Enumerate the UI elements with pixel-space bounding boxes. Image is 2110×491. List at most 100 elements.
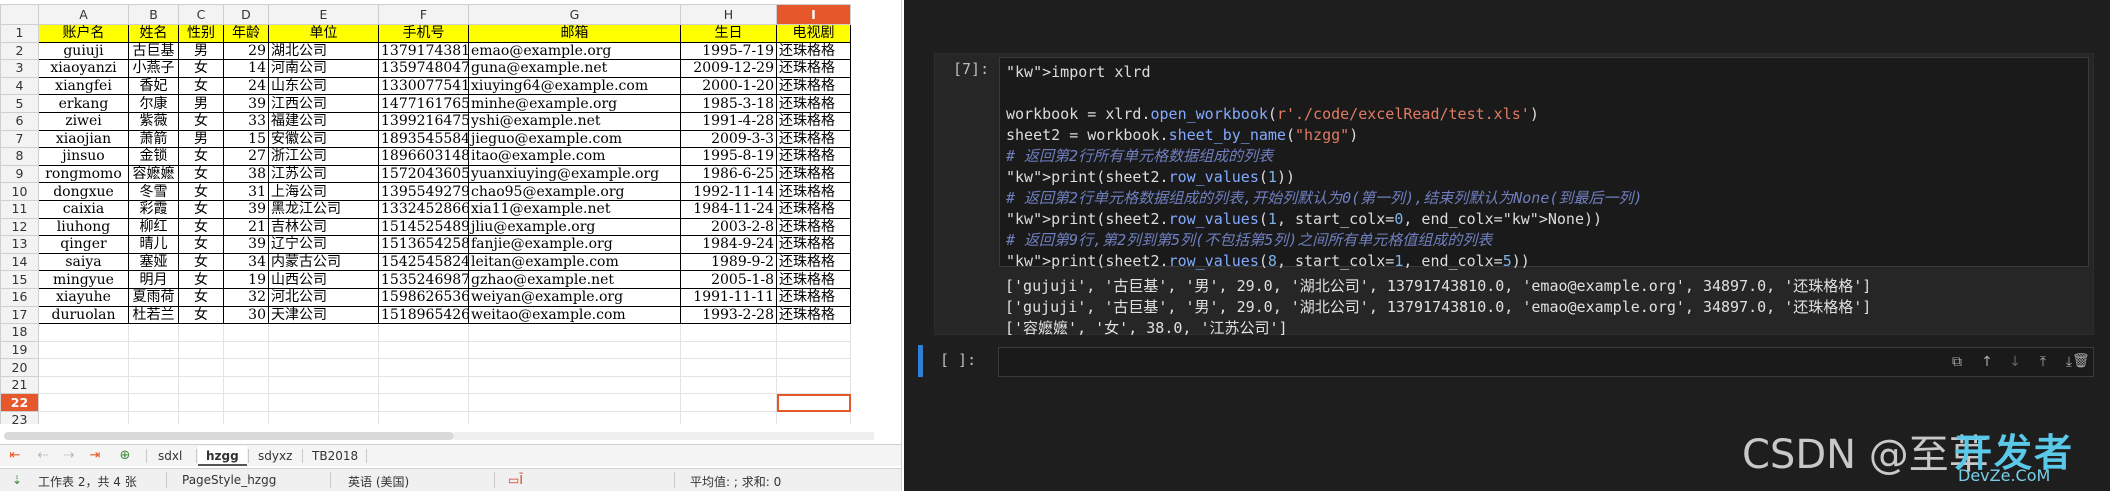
table-cell[interactable]: gzhao@example.net (468, 270, 681, 289)
table-cell[interactable]: 彩霞 (128, 199, 179, 219)
column-header-d[interactable]: D (223, 4, 269, 25)
table-cell[interactable]: 还珠格格 (776, 252, 851, 272)
table-cell[interactable]: 还珠格格 (776, 59, 851, 78)
table-cell[interactable]: 2000-1-20 (680, 76, 777, 96)
table-cell[interactable]: 女 (178, 147, 224, 166)
table-cell[interactable]: 还珠格格 (776, 235, 851, 254)
table-cell[interactable] (128, 323, 179, 342)
table-cell[interactable]: 女 (178, 182, 224, 201)
table-cell[interactable]: 还珠格格 (776, 287, 851, 307)
column-header-i[interactable]: I (776, 4, 851, 25)
table-cell[interactable]: xiangfei (38, 76, 129, 96)
select-all-corner[interactable] (0, 4, 39, 25)
table-cell[interactable] (776, 323, 851, 342)
table-cell[interactable]: 女 (178, 252, 224, 272)
table-cell[interactable] (128, 358, 179, 377)
table-cell[interactable]: 还珠格格 (776, 94, 851, 113)
table-cell[interactable]: guiuji (38, 41, 129, 61)
column-header-h[interactable]: H (680, 4, 777, 25)
column-title-cell[interactable]: 邮箱 (468, 24, 681, 43)
table-cell[interactable]: xia11@example.net (468, 199, 681, 219)
table-cell[interactable] (128, 340, 179, 360)
table-cell[interactable]: 27 (223, 147, 269, 166)
table-cell[interactable]: 15986265366 (378, 287, 469, 307)
table-cell[interactable]: 还珠格格 (776, 182, 851, 201)
table-cell[interactable] (680, 323, 777, 342)
row-header-4[interactable]: 4 (0, 76, 39, 96)
table-cell[interactable] (178, 358, 224, 377)
table-cell[interactable]: ziwei (38, 111, 129, 131)
table-cell[interactable]: 29 (223, 41, 269, 61)
table-cell[interactable] (268, 323, 379, 342)
table-cell[interactable] (378, 375, 469, 395)
row-header-3[interactable]: 3 (0, 59, 39, 78)
table-cell[interactable] (128, 411, 179, 424)
table-cell[interactable]: 还珠格格 (776, 270, 851, 289)
table-cell[interactable]: 1995-8-19 (680, 147, 777, 166)
column-title-cell[interactable]: 手机号 (378, 24, 469, 43)
table-cell[interactable]: 容嬷嬷 (128, 164, 179, 184)
table-cell[interactable]: 吉林公司 (268, 217, 379, 237)
table-cell[interactable]: xiuying64@example.com (468, 76, 681, 96)
row-header-6[interactable]: 6 (0, 111, 39, 131)
table-cell[interactable]: jliu@example.org (468, 217, 681, 237)
prev-sheet-icon[interactable]: ⇠ (34, 447, 52, 465)
table-cell[interactable]: 24 (223, 76, 269, 96)
table-cell[interactable] (128, 393, 179, 413)
table-cell[interactable]: duruolan (38, 305, 129, 325)
table-cell[interactable]: 39 (223, 235, 269, 254)
table-cell[interactable]: fanjie@example.org (468, 235, 681, 254)
move-up-icon[interactable]: ↑ (1979, 354, 1995, 370)
table-cell[interactable]: caixia (38, 199, 129, 219)
table-cell[interactable]: 女 (178, 76, 224, 96)
table-cell[interactable]: minhe@example.org (468, 94, 681, 113)
table-cell[interactable]: 1995-7-19 (680, 41, 777, 61)
table-cell[interactable]: weiyan@example.org (468, 287, 681, 307)
table-cell[interactable]: 13324528661 (378, 199, 469, 219)
column-header-b[interactable]: B (128, 4, 179, 25)
table-cell[interactable]: 天津公司 (268, 305, 379, 325)
table-cell[interactable]: 河南公司 (268, 59, 379, 78)
table-cell[interactable] (776, 393, 851, 413)
table-cell[interactable]: 男 (178, 129, 224, 149)
table-cell[interactable]: xiayuhe (38, 287, 129, 307)
table-cell[interactable] (378, 393, 469, 413)
table-cell[interactable]: 萧箭 (128, 129, 179, 149)
row-header-15[interactable]: 15 (0, 270, 39, 289)
column-header-c[interactable]: C (178, 4, 224, 25)
table-cell[interactable] (776, 375, 851, 395)
table-cell[interactable] (223, 411, 269, 424)
table-cell[interactable]: 女 (178, 217, 224, 237)
table-cell[interactable]: 女 (178, 111, 224, 131)
table-cell[interactable]: 女 (178, 287, 224, 307)
add-sheet-icon[interactable]: ⊕ (116, 447, 134, 465)
row-header-21[interactable]: 21 (0, 375, 39, 395)
move-down-icon[interactable]: ↓ (2007, 354, 2023, 370)
table-cell[interactable]: chao95@example.org (468, 182, 681, 201)
row-header-5[interactable]: 5 (0, 94, 39, 113)
first-sheet-icon[interactable]: ⇤ (6, 447, 24, 465)
row-header-1[interactable]: 1 (0, 24, 39, 43)
column-title-cell[interactable]: 性别 (178, 24, 224, 43)
table-cell[interactable]: 还珠格格 (776, 305, 851, 325)
tab-sdyxz[interactable]: sdyxz (250, 446, 300, 466)
table-cell[interactable]: 男 (178, 41, 224, 61)
table-cell[interactable]: 14 (223, 59, 269, 78)
column-header-e[interactable]: E (268, 4, 379, 25)
table-cell[interactable]: 江苏公司 (268, 164, 379, 184)
table-cell[interactable]: rongmomo (38, 164, 129, 184)
table-cell[interactable]: qinger (38, 235, 129, 254)
table-cell[interactable]: 女 (178, 235, 224, 254)
table-cell[interactable]: 19 (223, 270, 269, 289)
column-title-cell[interactable]: 账户名 (38, 24, 129, 43)
table-cell[interactable] (776, 411, 851, 424)
table-cell[interactable]: saiya (38, 252, 129, 272)
table-cell[interactable]: 15352469875 (378, 270, 469, 289)
table-cell[interactable]: 尔康 (128, 94, 179, 113)
table-cell[interactable]: 39 (223, 199, 269, 219)
delete-icon[interactable]: 🗑 (2072, 353, 2090, 369)
table-cell[interactable]: 小燕子 (128, 59, 179, 78)
table-cell[interactable]: xiaojian (38, 129, 129, 149)
table-cell[interactable]: 金锁 (128, 147, 179, 166)
row-header-10[interactable]: 10 (0, 182, 39, 201)
